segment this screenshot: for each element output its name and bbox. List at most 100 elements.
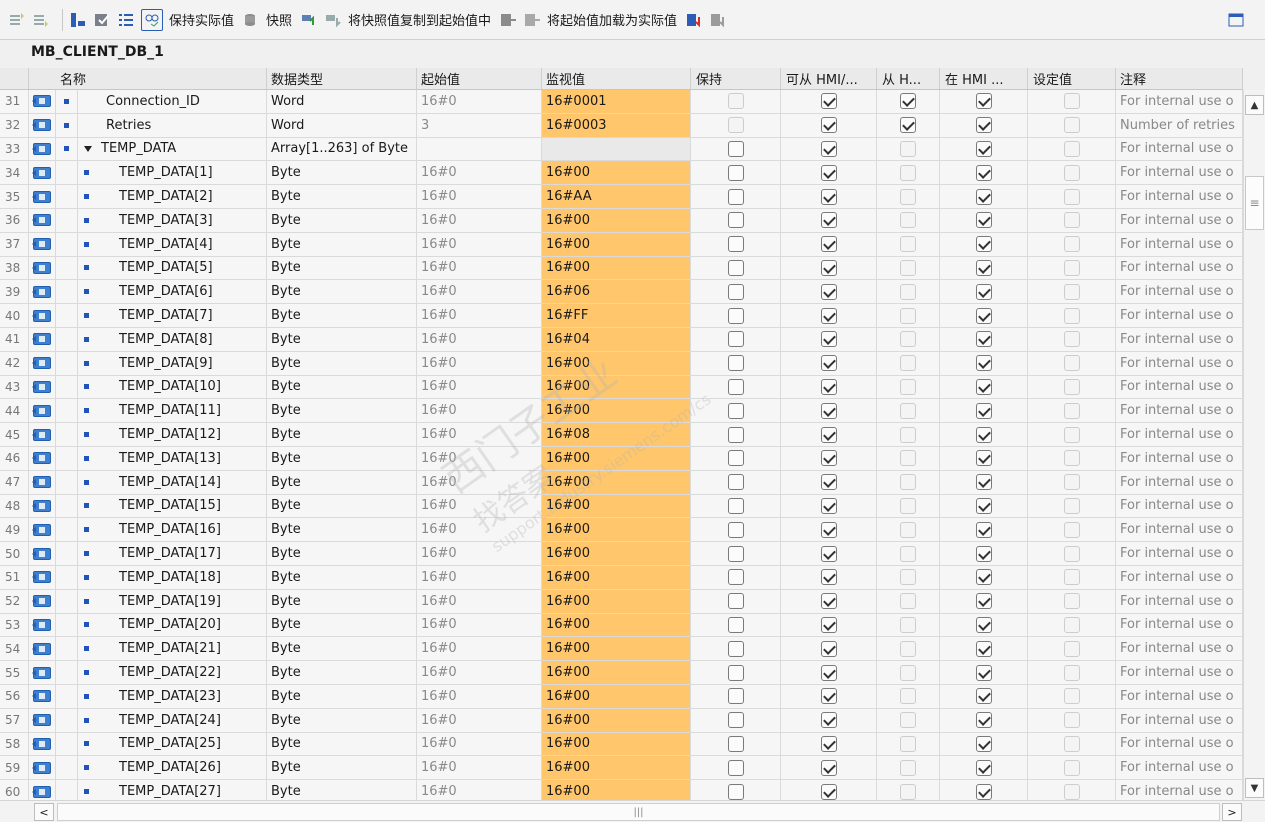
setpoint-checkbox[interactable] xyxy=(1063,593,1080,610)
comment-cell[interactable]: For internal use o xyxy=(1116,446,1243,470)
in-hmi-cell[interactable] xyxy=(940,208,1028,232)
from-hmi-checkbox[interactable] xyxy=(900,402,916,419)
monitor-value-cell[interactable]: 16#00 xyxy=(542,161,691,185)
start-value-cell[interactable]: 16#0 xyxy=(417,256,542,280)
start-value-cell[interactable]: 16#0 xyxy=(417,589,542,613)
retain-cell[interactable] xyxy=(691,518,781,542)
hmi-access-cell[interactable] xyxy=(781,351,877,375)
datatype-cell[interactable]: Byte xyxy=(267,423,417,446)
setpoint-checkbox[interactable] xyxy=(1063,474,1080,491)
retain-cell[interactable] xyxy=(691,470,781,494)
hmi-access-cell[interactable] xyxy=(781,684,877,708)
in-hmi-cell[interactable] xyxy=(940,684,1028,708)
hmi-access-checkbox[interactable] xyxy=(820,93,837,110)
in-hmi-cell[interactable] xyxy=(940,256,1028,280)
monitor-value-cell[interactable]: 16#00 xyxy=(542,399,691,423)
from-hmi-cell[interactable] xyxy=(877,185,940,208)
retain-cell[interactable] xyxy=(691,375,781,399)
datatype-cell[interactable]: Byte xyxy=(267,161,417,185)
setpoint-checkbox[interactable] xyxy=(1063,117,1080,134)
setpoint-checkbox[interactable] xyxy=(1063,355,1080,372)
from-hmi-cell[interactable] xyxy=(877,732,940,756)
table-row[interactable]: 60 TEMP_DATA[27] Byte 16#0 16#00 For internal… xyxy=(0,780,1243,800)
comment-cell[interactable]: For internal use o xyxy=(1116,351,1243,375)
from-hmi-checkbox[interactable] xyxy=(900,545,916,562)
setpoint-checkbox[interactable] xyxy=(1063,378,1080,395)
in-hmi-checkbox[interactable] xyxy=(975,783,992,800)
monitor-value-cell[interactable]: 16#00 xyxy=(542,256,691,280)
snapshot-label[interactable]: 快照 xyxy=(266,10,292,29)
name-cell[interactable]: TEMP_DATA[11] xyxy=(78,399,267,423)
from-hmi-checkbox[interactable] xyxy=(900,664,916,681)
hmi-access-checkbox[interactable] xyxy=(820,378,837,395)
hmi-access-cell[interactable] xyxy=(781,280,877,304)
from-hmi-cell[interactable] xyxy=(877,161,940,185)
table-row[interactable]: 57 TEMP_DATA[24] Byte 16#0 16#00 For internal… xyxy=(0,708,1243,733)
from-hmi-checkbox[interactable] xyxy=(900,759,916,776)
hmi-access-cell[interactable] xyxy=(781,708,877,732)
setpoint-checkbox[interactable] xyxy=(1063,164,1080,181)
retain-checkbox[interactable] xyxy=(727,688,744,705)
comment-cell[interactable]: For internal use o xyxy=(1116,208,1243,232)
start-value-cell[interactable]: 16#0 xyxy=(417,375,542,399)
hmi-access-checkbox[interactable] xyxy=(820,331,837,348)
start-value-cell[interactable]: 16#0 xyxy=(417,90,542,113)
from-hmi-cell[interactable] xyxy=(877,113,940,137)
hmi-access-checkbox[interactable] xyxy=(820,236,837,253)
in-hmi-checkbox[interactable] xyxy=(975,569,992,586)
datatype-cell[interactable]: Byte xyxy=(267,494,417,518)
table-row[interactable]: 54 TEMP_DATA[21] Byte 16#0 16#00 For internal… xyxy=(0,637,1243,662)
table-row[interactable]: 31 Connection_ID Word 16#0 16#0001 For intern… xyxy=(0,90,1243,114)
in-hmi-checkbox[interactable] xyxy=(975,593,992,610)
from-hmi-checkbox[interactable] xyxy=(900,117,916,134)
comment-cell[interactable]: For internal use o xyxy=(1116,542,1243,565)
table-row[interactable]: 42 TEMP_DATA[9] Byte 16#0 16#00 For internal … xyxy=(0,351,1243,376)
from-hmi-cell[interactable] xyxy=(877,327,940,351)
keep-actual-label[interactable]: 保持实际值 xyxy=(169,10,234,29)
header-name[interactable]: 名称 xyxy=(56,68,267,89)
start-value-cell[interactable]: 16#0 xyxy=(417,446,542,470)
from-hmi-cell[interactable] xyxy=(877,90,940,113)
insert-row-icon[interactable] xyxy=(8,11,26,29)
in-hmi-checkbox[interactable] xyxy=(975,259,992,276)
retain-checkbox[interactable] xyxy=(727,402,744,419)
from-hmi-checkbox[interactable] xyxy=(900,93,916,110)
setpoint-cell[interactable] xyxy=(1028,637,1116,661)
name-cell[interactable]: Connection_ID xyxy=(78,90,267,113)
from-hmi-cell[interactable] xyxy=(877,637,940,661)
retain-cell[interactable] xyxy=(691,185,781,208)
name-cell[interactable]: TEMP_DATA[16] xyxy=(78,518,267,542)
table-row[interactable]: 40 TEMP_DATA[7] Byte 16#0 16#FF For internal … xyxy=(0,304,1243,328)
setpoint-checkbox[interactable] xyxy=(1063,140,1080,157)
hmi-access-cell[interactable] xyxy=(781,113,877,137)
datatype-cell[interactable]: Byte xyxy=(267,399,417,423)
header-datatype[interactable]: 数据类型 xyxy=(267,68,417,89)
setpoint-checkbox[interactable] xyxy=(1063,735,1080,752)
datatype-cell[interactable]: Byte xyxy=(267,208,417,232)
name-cell[interactable]: TEMP_DATA[3] xyxy=(78,208,267,232)
monitor-value-cell[interactable]: 16#00 xyxy=(542,637,691,661)
datatype-cell[interactable]: Byte xyxy=(267,351,417,375)
in-hmi-checkbox[interactable] xyxy=(975,188,992,205)
start-value-cell[interactable]: 16#0 xyxy=(417,470,542,494)
name-cell[interactable]: TEMP_DATA xyxy=(78,137,267,161)
start-value-cell[interactable]: 16#0 xyxy=(417,542,542,565)
start-value-cell[interactable]: 16#0 xyxy=(417,613,542,637)
table-row[interactable]: 44 TEMP_DATA[11] Byte 16#0 16#00 For internal… xyxy=(0,399,1243,424)
expand-arrow-icon[interactable] xyxy=(84,145,92,152)
setpoint-cell[interactable] xyxy=(1028,732,1116,756)
datatype-cell[interactable]: Byte xyxy=(267,613,417,637)
hmi-access-checkbox[interactable] xyxy=(820,283,837,300)
in-hmi-checkbox[interactable] xyxy=(975,402,992,419)
setpoint-cell[interactable] xyxy=(1028,375,1116,399)
retain-cell[interactable] xyxy=(691,446,781,470)
setpoint-checkbox[interactable] xyxy=(1063,236,1080,253)
in-hmi-cell[interactable] xyxy=(940,113,1028,137)
in-hmi-checkbox[interactable] xyxy=(975,283,992,300)
comment-cell[interactable]: For internal use o xyxy=(1116,732,1243,756)
retain-checkbox[interactable] xyxy=(727,283,744,300)
hmi-access-cell[interactable] xyxy=(781,756,877,780)
from-hmi-checkbox[interactable] xyxy=(900,783,916,800)
from-hmi-cell[interactable] xyxy=(877,518,940,542)
monitor-value-cell[interactable]: 16#08 xyxy=(542,423,691,446)
